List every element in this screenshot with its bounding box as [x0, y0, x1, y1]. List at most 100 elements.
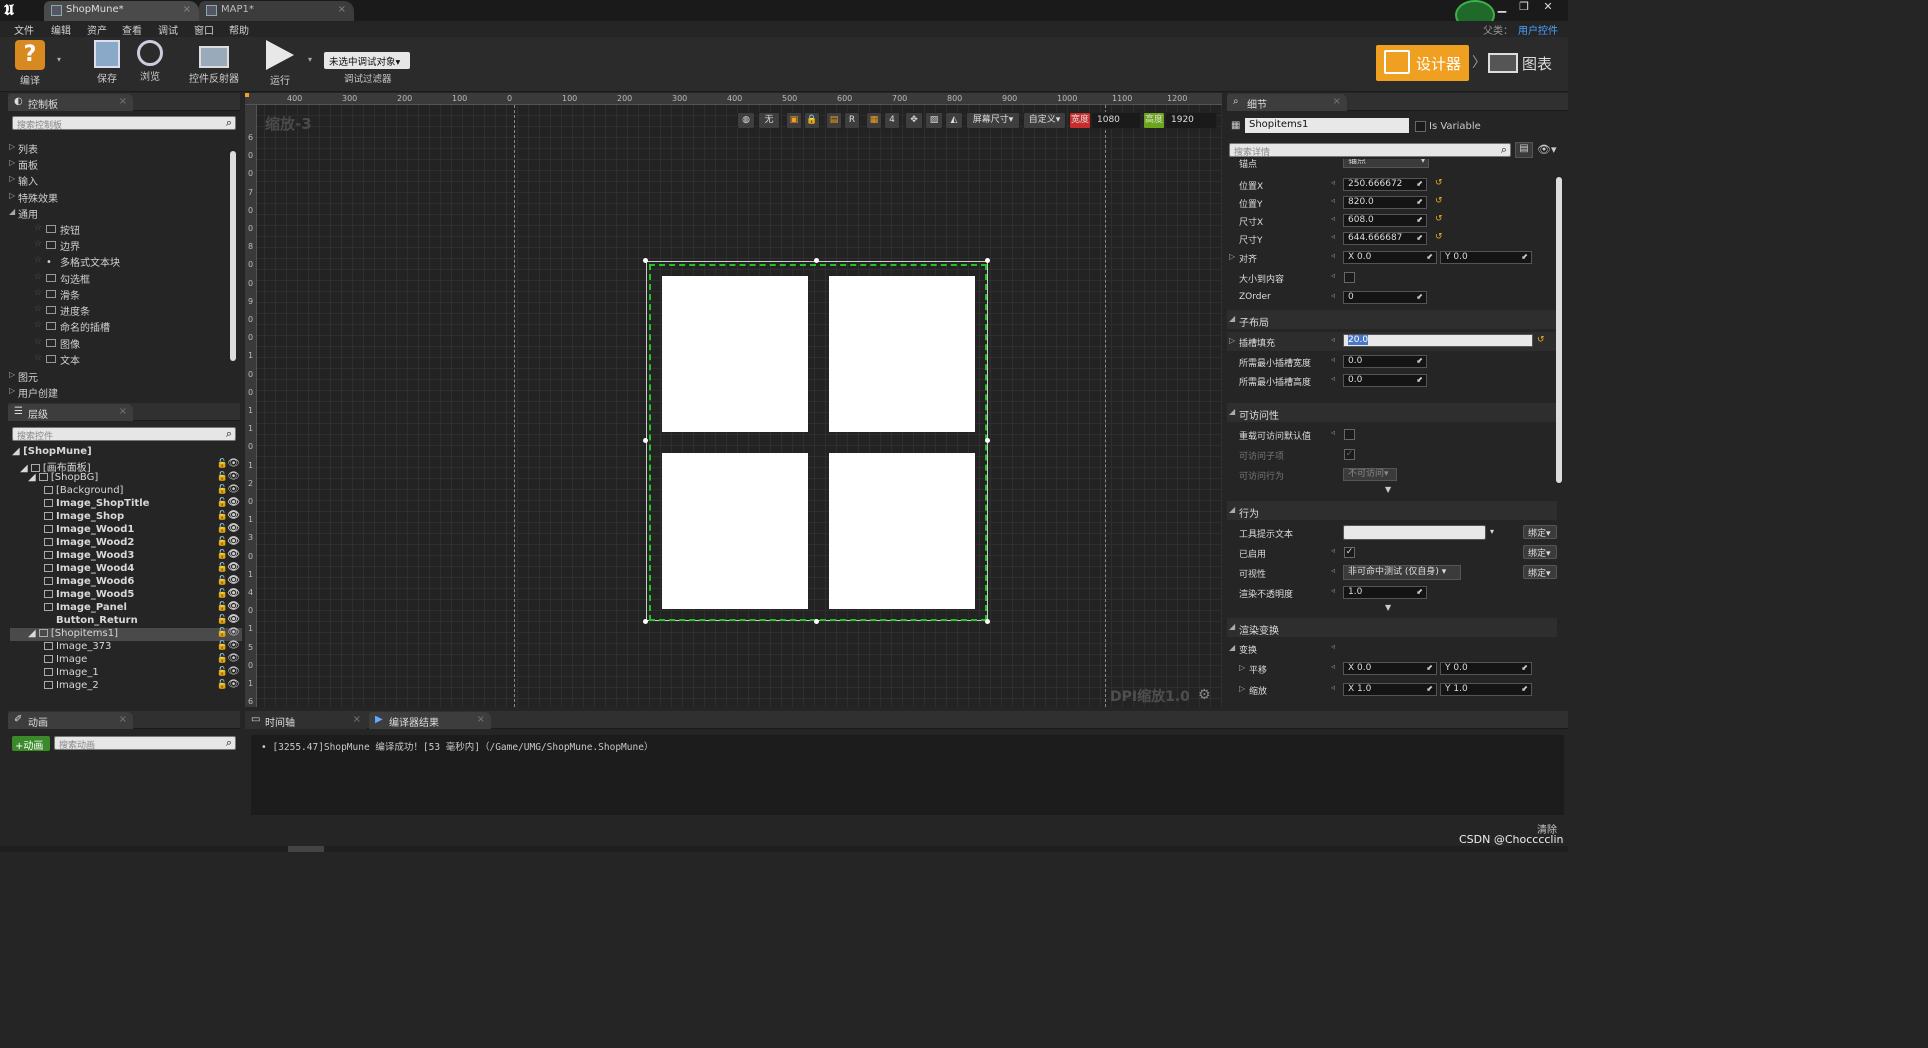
dpi-scale-label[interactable]: DPI缩放1.0	[1110, 686, 1190, 706]
lock-icon[interactable]: 🔒	[804, 112, 820, 129]
tree-row[interactable]: Image_1 🔓 👁	[44, 666, 242, 680]
pos-x-input[interactable]: 250.666672 ⬋	[1343, 178, 1427, 191]
eye-icon[interactable]: 👁	[227, 679, 240, 690]
scale-x-input[interactable]: X 1.0 ⬋	[1343, 683, 1437, 696]
tree-row[interactable]: Image_Shop 🔓 👁	[44, 510, 242, 524]
tab-hierarchy[interactable]: ☰ 层级 ×	[8, 404, 133, 421]
minimize-button[interactable]: ▁	[1492, 0, 1512, 14]
reset-arrow-icon[interactable]: ◃	[1331, 196, 1335, 205]
designer-canvas[interactable]: 400 300 200 100 0 100 200 300 400 500 600 700 800 900…	[245, 93, 1222, 707]
resize-handle[interactable]	[985, 438, 990, 443]
scale-y-input[interactable]: Y 1.0 ⬋	[1440, 683, 1532, 696]
expand-icon[interactable]: ▷	[1229, 336, 1235, 345]
tree-row[interactable]: Image_Panel 🔓 👁	[44, 601, 242, 615]
palette-category[interactable]: 图元	[8, 368, 233, 384]
revert-icon[interactable]: ↺	[1435, 178, 1443, 188]
eye-icon[interactable]: 👁	[227, 562, 240, 573]
tab-timeline[interactable]: ▭ 时间轴 ×	[245, 712, 367, 729]
close-icon[interactable]: ×	[1333, 96, 1341, 107]
tree-row[interactable]: [Background] 🔓 👁	[44, 484, 242, 498]
resize-handle[interactable]	[814, 258, 819, 263]
tooltip-input[interactable]	[1343, 525, 1486, 540]
none-button[interactable]: 无	[758, 112, 780, 129]
eye-icon[interactable]: 👁	[227, 601, 240, 612]
palette-category[interactable]: 面板	[8, 156, 233, 172]
revert-icon[interactable]: ↺	[1537, 335, 1545, 345]
resize-handle[interactable]	[643, 619, 648, 624]
debug-object-select[interactable]: 未选中调试对象▾	[324, 52, 410, 69]
eye-icon[interactable]: 👁	[227, 497, 240, 508]
details-scrollbar[interactable]	[1556, 177, 1562, 483]
menu-help[interactable]: 帮助	[229, 22, 249, 37]
reset-arrow-icon[interactable]: ◃	[1331, 374, 1335, 383]
bind-button[interactable]: 绑定▾	[1523, 525, 1557, 539]
tree-row-selected[interactable]: ◢ [Shopitems1] 🔓 👁	[10, 627, 242, 641]
zorder-input[interactable]: 0 ⬋	[1343, 291, 1427, 304]
palette-scrollbar[interactable]	[230, 151, 236, 361]
star-icon[interactable]: ☆	[34, 288, 42, 298]
palette-item[interactable]: ☆ 勾选框	[34, 271, 90, 287]
save-button[interactable]: 保存	[90, 40, 124, 90]
visibility-dropdown[interactable]: 非可命中测试 (仅自身) ▾	[1343, 565, 1461, 580]
run-options-icon[interactable]: ▾	[308, 55, 312, 64]
section-accessibility[interactable]: 可访问性	[1227, 403, 1557, 422]
tree-row[interactable]: Image_Wood3 🔓 👁	[44, 549, 242, 563]
reset-arrow-icon[interactable]: ◃	[1331, 251, 1335, 260]
reset-arrow-icon[interactable]: ◃	[1331, 355, 1335, 364]
square-icon[interactable]: ▣	[786, 112, 802, 129]
star-icon[interactable]: ☆	[34, 353, 42, 363]
preview-icon[interactable]: ▨	[925, 112, 943, 129]
image-2-cell[interactable]	[829, 453, 975, 609]
eye-icon[interactable]: 👁▾	[1537, 143, 1557, 156]
palette-item[interactable]: ☆ 滑条	[34, 287, 80, 303]
eye-icon[interactable]: 👁	[227, 614, 240, 625]
flip-icon[interactable]: ◭	[945, 112, 963, 129]
resize-handle[interactable]	[985, 619, 990, 624]
tab-animation[interactable]: ✐ 动画 ×	[8, 712, 133, 729]
tree-row[interactable]: Image_ShopTitle 🔓 👁	[44, 497, 242, 511]
reset-arrow-icon[interactable]: ◃	[1331, 586, 1335, 595]
tab-palette[interactable]: ◐ 控制板 ×	[8, 94, 133, 111]
close-icon[interactable]: ×	[119, 406, 127, 417]
palette-item[interactable]: ☆ • 多格式文本块	[34, 254, 120, 270]
expand-more-icon[interactable]: ▼	[1385, 485, 1391, 494]
tab-shopmune[interactable]: ShopMune* ×	[44, 1, 199, 21]
fit-icon[interactable]: ✥	[905, 112, 923, 129]
widget-name-input[interactable]: Shopitems1	[1245, 118, 1409, 133]
graph-mode-button[interactable]: 图表	[1486, 45, 1566, 81]
eye-icon[interactable]: 👁	[227, 471, 240, 482]
size-y-input[interactable]: 644.666687 ⬋	[1343, 232, 1427, 245]
enabled-checkbox[interactable]: ✓	[1344, 547, 1355, 558]
align-y-input[interactable]: Y 0.0 ⬋	[1440, 251, 1532, 264]
palette-category[interactable]: 用户创建	[8, 384, 233, 398]
close-button[interactable]: ✕	[1538, 0, 1558, 14]
eye-icon[interactable]: 👁	[227, 627, 240, 638]
override-access-checkbox[interactable]	[1344, 429, 1355, 440]
screen-size-dropdown[interactable]: 屏幕尺寸▾	[966, 112, 1020, 129]
tree-row[interactable]: Image 🔓 👁	[44, 653, 242, 667]
chevron-down-icon[interactable]: ▾	[1490, 527, 1494, 536]
reset-arrow-icon[interactable]: ◃	[1331, 232, 1335, 241]
reset-arrow-icon[interactable]: ◃	[1331, 662, 1335, 671]
palette-search-input[interactable]: 搜索控制板 ⌕	[12, 116, 236, 131]
compile-button[interactable]: ? 编译	[10, 40, 50, 90]
reset-arrow-icon[interactable]: ◃	[1331, 566, 1335, 575]
eye-icon[interactable]: 👁	[227, 640, 240, 651]
palette-item[interactable]: ☆ 按钮	[34, 222, 80, 238]
menu-view[interactable]: 查看	[122, 22, 142, 37]
eye-icon[interactable]: 👁	[227, 458, 240, 469]
layout-icon[interactable]: ▤	[826, 112, 842, 129]
eye-icon[interactable]: 👁	[227, 549, 240, 560]
globe-icon[interactable]: ◍	[737, 112, 755, 129]
image-1-cell[interactable]	[662, 453, 808, 609]
align-x-input[interactable]: X 0.0 ⬋	[1343, 251, 1437, 264]
reset-arrow-icon[interactable]: ◃	[1331, 214, 1335, 223]
size-x-input[interactable]: 608.0 ⬋	[1343, 214, 1427, 227]
palette-item[interactable]: ☆ 边界	[34, 238, 80, 254]
close-icon[interactable]: ×	[183, 4, 191, 15]
add-animation-button[interactable]: +动画	[12, 736, 50, 752]
expand-icon[interactable]: ▷	[1239, 663, 1245, 672]
horizontal-scroll-thumb[interactable]	[288, 846, 324, 852]
widget-reflector-button[interactable]: 控件反射器	[186, 40, 242, 90]
animation-search-input[interactable]: 搜索动画 ⌕	[54, 736, 236, 751]
